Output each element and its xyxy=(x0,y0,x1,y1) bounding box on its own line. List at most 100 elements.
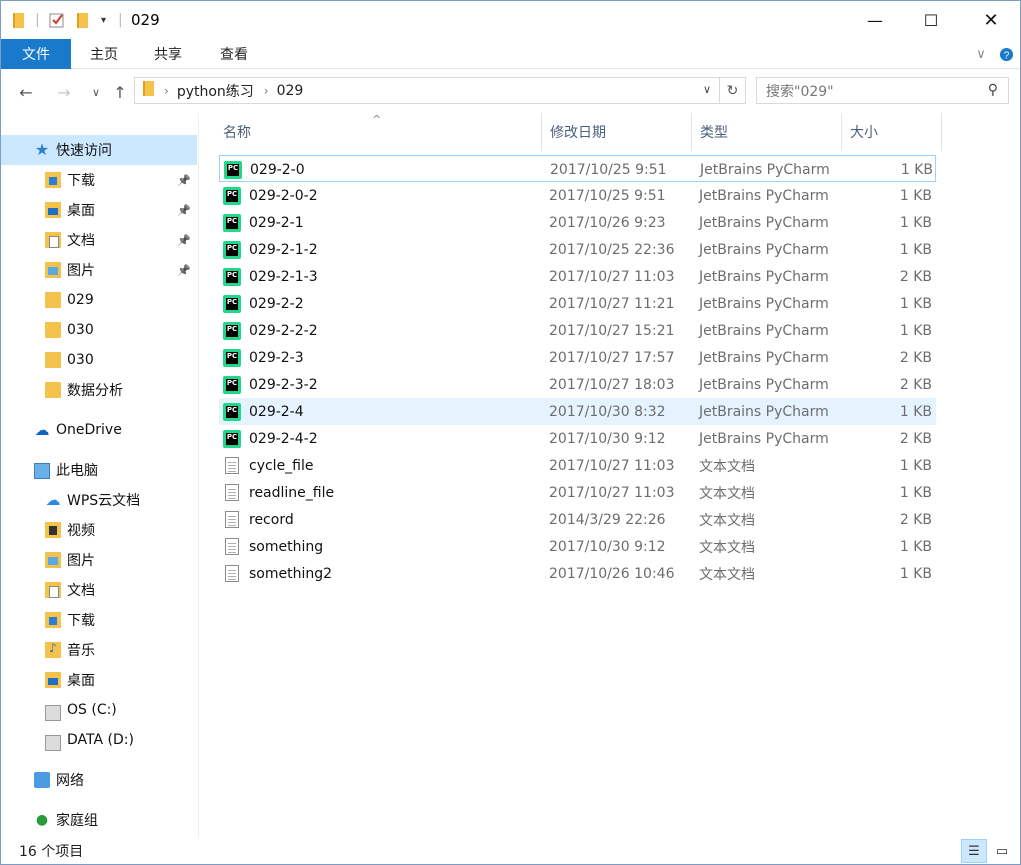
chevron-right-icon[interactable]: › xyxy=(164,84,169,98)
file-row[interactable]: PC 029-2-1 2017/10/26 9:23 JetBrains PyChar… xyxy=(219,209,936,236)
pin-icon[interactable]: 📌 xyxy=(177,174,191,187)
pin-icon[interactable]: 📌 xyxy=(177,234,191,247)
breadcrumb-029[interactable]: 029 xyxy=(277,83,304,99)
up-arrow-icon[interactable]: ↑ xyxy=(109,81,131,103)
maximize-button[interactable]: ☐ xyxy=(908,1,954,39)
pin-icon[interactable]: 📌 xyxy=(177,204,191,217)
desktop-folder-icon xyxy=(45,672,61,688)
file-name: 029-2-0 xyxy=(250,161,305,178)
file-size: 1 KB xyxy=(899,457,932,474)
nav-item[interactable]: 030 xyxy=(1,315,197,345)
navigation-pane: ★ 快速访问 下载 📌 桌面 📌 文档 📌 图片 📌 029 030 030 数据分析 ☁ OneDr… xyxy=(1,113,199,838)
file-date: 2017/10/25 9:51 xyxy=(550,161,667,178)
nav-item[interactable]: OS (C:) xyxy=(1,695,197,725)
forward-arrow-icon[interactable]: → xyxy=(53,81,75,103)
nav-item[interactable]: 数据分析 xyxy=(1,375,197,405)
file-name: cycle_file xyxy=(249,457,314,474)
nav-item[interactable]: 029 xyxy=(1,285,197,315)
column-header-type[interactable]: 类型 xyxy=(692,113,842,151)
search-input[interactable]: 搜索"029" ⚲ xyxy=(756,77,1009,104)
file-row[interactable]: PC 029-2-1-2 2017/10/25 22:36 JetBrains PyC… xyxy=(219,236,936,263)
file-name: 029-2-1-2 xyxy=(249,241,318,258)
file-row[interactable]: record 2014/3/29 22:26 文本文档 2 KB xyxy=(219,506,936,533)
file-row[interactable]: PC 029-2-4-2 2017/10/30 9:12 JetBrains PyCh… xyxy=(219,425,936,452)
customize-quick-access-icon[interactable]: ▾ xyxy=(101,11,106,29)
folder-icon xyxy=(45,382,61,398)
file-row[interactable]: PC 029-2-1-3 2017/10/27 11:03 JetBrains PyC… xyxy=(219,263,936,290)
nav-onedrive[interactable]: ☁ OneDrive xyxy=(1,415,197,445)
file-name: 029-2-0-2 xyxy=(249,187,318,204)
search-icon[interactable]: ⚲ xyxy=(988,82,998,98)
divider: | xyxy=(35,12,40,28)
file-type: JetBrains PyCharm xyxy=(699,322,829,339)
tab-view[interactable]: 查看 xyxy=(209,39,259,69)
chevron-right-icon[interactable]: › xyxy=(264,84,269,98)
file-type: JetBrains PyCharm xyxy=(699,295,829,312)
close-button[interactable]: ✕ xyxy=(968,1,1014,39)
text-file-icon xyxy=(225,511,239,528)
column-header-date[interactable]: 修改日期 xyxy=(542,113,692,151)
file-row[interactable]: PC 029-2-2-2 2017/10/27 15:21 JetBrains PyC… xyxy=(219,317,936,344)
nav-quick-access[interactable]: ★ 快速访问 xyxy=(1,135,197,165)
minimize-button[interactable]: — xyxy=(852,1,898,39)
wps-cloud-icon: ☁ xyxy=(45,491,61,509)
nav-network[interactable]: 网络 xyxy=(1,765,197,795)
nav-item[interactable]: 下载 xyxy=(1,605,197,635)
window-title: 029 xyxy=(131,11,160,29)
refresh-icon[interactable]: ↻ xyxy=(719,78,745,103)
nav-item[interactable]: 图片 xyxy=(1,545,197,575)
nav-item[interactable]: 030 xyxy=(1,345,197,375)
nav-item[interactable]: 音乐 xyxy=(1,635,197,665)
file-date: 2014/3/29 22:26 xyxy=(549,511,666,528)
help-icon[interactable]: ? xyxy=(995,39,1017,69)
breadcrumb-python[interactable]: python练习 xyxy=(177,81,254,101)
file-row[interactable]: something 2017/10/30 9:12 文本文档 1 KB xyxy=(219,533,936,560)
file-row[interactable]: PC 029-2-3 2017/10/27 17:57 JetBrains PyCha… xyxy=(219,344,936,371)
nav-item[interactable]: DATA (D:) xyxy=(1,725,197,755)
tab-share[interactable]: 共享 xyxy=(143,39,193,69)
column-header-size[interactable]: 大小 xyxy=(842,113,942,151)
file-row[interactable]: cycle_file 2017/10/27 11:03 文本文档 1 KB xyxy=(219,452,936,479)
nav-item[interactable]: 视频 xyxy=(1,515,197,545)
column-header-name[interactable]: 名称 xyxy=(215,113,542,151)
file-size: 2 KB xyxy=(899,349,932,366)
file-row[interactable]: something2 2017/10/26 10:46 文本文档 1 KB xyxy=(219,560,936,587)
folder-icon xyxy=(13,11,24,29)
file-type: 文本文档 xyxy=(699,485,755,502)
nav-this-pc[interactable]: 此电脑 xyxy=(1,455,197,485)
properties-icon[interactable] xyxy=(49,11,65,29)
nav-item[interactable]: 桌面 📌 xyxy=(1,195,197,225)
expand-ribbon-icon[interactable]: ∨ xyxy=(969,39,993,69)
new-folder-icon[interactable] xyxy=(77,11,88,29)
file-row[interactable]: PC 029-2-3-2 2017/10/27 18:03 JetBrains PyC… xyxy=(219,371,936,398)
file-row[interactable]: readline_file 2017/10/27 11:03 文本文档 1 KB xyxy=(219,479,936,506)
file-row[interactable]: PC 029-2-2 2017/10/27 11:21 JetBrains PyCha… xyxy=(219,290,936,317)
text-file-icon xyxy=(225,484,239,501)
nav-item[interactable]: 图片 📌 xyxy=(1,255,197,285)
nav-homegroup[interactable]: ● 家庭组 xyxy=(1,805,197,835)
file-row[interactable]: PC 029-2-4 2017/10/30 8:32 JetBrains PyChar… xyxy=(219,398,936,425)
tab-file[interactable]: 文件 xyxy=(1,39,71,69)
file-row[interactable]: PC 029-2-0 2017/10/25 9:51 JetBrains PyChar… xyxy=(219,155,936,182)
file-row[interactable]: PC 029-2-0-2 2017/10/25 9:51 JetBrains PyCh… xyxy=(219,182,936,209)
nav-item[interactable]: ☁ WPS云文档 xyxy=(1,485,197,515)
details-view-icon[interactable]: ☰ xyxy=(961,839,987,863)
nav-item-label: 图片 xyxy=(67,553,95,569)
file-name-cell: PC 029-2-4 xyxy=(223,398,304,425)
address-history-icon[interactable]: ∨ xyxy=(703,83,711,96)
nav-item[interactable]: 文档 📌 xyxy=(1,225,197,255)
pycharm-file-icon: PC xyxy=(223,267,241,286)
nav-item[interactable]: 文档 xyxy=(1,575,197,605)
back-arrow-icon[interactable]: ← xyxy=(15,81,37,103)
pin-icon[interactable]: 📌 xyxy=(177,264,191,277)
tab-home[interactable]: 主页 xyxy=(79,39,129,69)
file-date: 2017/10/30 8:32 xyxy=(549,403,666,420)
file-date: 2017/10/27 11:03 xyxy=(549,484,675,501)
nav-item[interactable]: 下载 📌 xyxy=(1,165,197,195)
large-icons-view-icon[interactable]: ▭ xyxy=(989,839,1015,863)
nav-item[interactable]: 桌面 xyxy=(1,665,197,695)
file-type: JetBrains PyCharm xyxy=(699,241,829,258)
file-date: 2017/10/27 11:03 xyxy=(549,457,675,474)
recent-locations-icon[interactable]: ∨ xyxy=(85,81,107,103)
address-bar[interactable]: › python练习 › 029 ∨ ↻ xyxy=(134,77,746,104)
